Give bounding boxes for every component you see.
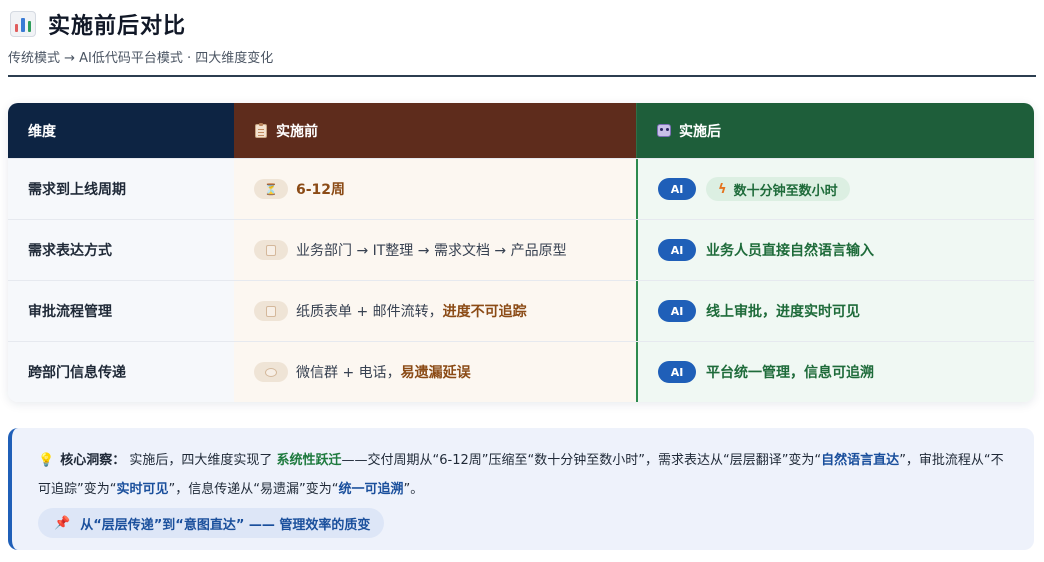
after-text: 数十分钟至数小时 xyxy=(733,183,838,199)
before-text: 业务部门 → IT整理 → 需求文档 → 产品原型 xyxy=(296,243,567,259)
after-cell: AI 平台统一管理，信息可追溯 xyxy=(636,342,1034,402)
lightning-icon: ϟ xyxy=(718,181,727,197)
document-icon xyxy=(254,240,288,260)
table-row: 需求表达方式 业务部门 → IT整理 → 需求文档 → 产品原型 AI 业务人员… xyxy=(8,219,1034,280)
clipboard-icon xyxy=(254,301,288,321)
before-cell: ⏳ 6-12周 xyxy=(234,159,636,219)
column-header-before: 实施前 xyxy=(234,103,636,158)
insight-highlight: 实时可见 xyxy=(116,482,169,497)
column-header-dimension: 维度 xyxy=(8,103,234,158)
column-header-label: 维度 xyxy=(28,123,56,140)
insight-text: ”，信息传递从“易遗漏”变为“ xyxy=(168,482,339,497)
table-row: 审批流程管理 纸质表单 + 邮件流转， 进度不可追踪 AI 线上审批，进度实时可… xyxy=(8,280,1034,341)
before-highlight: 6-12周 xyxy=(296,182,346,198)
column-header-label: 实施后 xyxy=(679,123,721,140)
table-row: 需求到上线周期 ⏳ 6-12周 AI ϟ 数十分钟至数小时 xyxy=(8,158,1034,219)
before-highlight: 进度不可追踪 xyxy=(442,304,527,320)
column-header-label: 实施前 xyxy=(276,123,318,140)
insight-panel: 💡 核心洞察： 实施后，四大维度实现了 系统性跃迁——交付周期从“6-12周”压缩… xyxy=(8,428,1034,550)
before-cell: 业务部门 → IT整理 → 需求文档 → 产品原型 xyxy=(234,220,636,280)
dimension-cell: 需求表达方式 xyxy=(8,220,234,280)
after-cell: AI 业务人员直接自然语言输入 xyxy=(636,220,1034,280)
comparison-table: 维度 实施前 实施后 需求到上线周期 ⏳ 6-12周 AI ϟ 数十分钟至数小时… xyxy=(8,103,1034,402)
before-highlight: 易遗漏延误 xyxy=(400,365,471,381)
ai-badge: AI xyxy=(658,361,696,383)
after-chip: ϟ 数十分钟至数小时 xyxy=(706,177,850,201)
before-cell: 纸质表单 + 邮件流转， 进度不可追踪 xyxy=(234,281,636,341)
after-cell: AI ϟ 数十分钟至数小时 xyxy=(636,159,1034,219)
after-cell: AI 线上审批，进度实时可见 xyxy=(636,281,1034,341)
insight-label: 核心洞察： xyxy=(60,453,126,468)
header-divider xyxy=(8,75,1036,77)
insight-summary-pill: 📌 从“层层传递”到“意图直达” —— 管理效率的质变 xyxy=(38,508,385,538)
page-title: 实施前后对比 xyxy=(48,14,187,39)
table-row: 跨部门信息传递 微信群 + 电话， 易遗漏延误 AI 平台统一管理，信息可追溯 xyxy=(8,341,1034,402)
page-header: 实施前后对比 传统模式 → AI低代码平台模式 · 四大维度变化 xyxy=(8,6,1036,66)
before-text: 纸质表单 + 邮件流转， xyxy=(296,304,443,320)
ai-badge: AI xyxy=(658,300,696,322)
robot-icon xyxy=(657,124,671,138)
after-text: 业务人员直接自然语言输入 xyxy=(706,243,874,259)
after-text: 平台统一管理，信息可追溯 xyxy=(706,365,874,381)
dimension-cell: 需求到上线周期 xyxy=(8,159,234,219)
page-subtitle: 传统模式 → AI低代码平台模式 · 四大维度变化 xyxy=(8,51,274,66)
before-cell: 微信群 + 电话， 易遗漏延误 xyxy=(234,342,636,402)
insight-text: ”。 xyxy=(403,482,424,497)
insight-highlight: 统一可追溯 xyxy=(338,482,404,497)
clipboard-icon xyxy=(254,122,268,138)
ai-badge: AI xyxy=(658,239,696,261)
insight-text: ——交付周期从“6-12周”压缩至“数十分钟至数小时”，需求表达从“层层翻译”变… xyxy=(341,453,822,468)
ai-badge: AI xyxy=(658,178,696,200)
insight-highlight: 自然语言直达 xyxy=(821,453,900,468)
insight-paragraph: 💡 核心洞察： 实施后，四大维度实现了 系统性跃迁——交付周期从“6-12周”压缩… xyxy=(38,446,1014,504)
before-text: 微信群 + 电话， xyxy=(296,365,401,381)
after-text: 线上审批，进度实时可见 xyxy=(706,304,860,320)
pushpin-icon: 📌 xyxy=(54,515,71,531)
dimension-cell: 跨部门信息传递 xyxy=(8,342,234,402)
column-header-after: 实施后 xyxy=(636,103,1034,158)
table-header-row: 维度 实施前 实施后 xyxy=(8,103,1034,158)
hourglass-icon: ⏳ xyxy=(254,179,288,199)
dimension-cell: 审批流程管理 xyxy=(8,281,234,341)
insight-text: 实施后，四大维度实现了 xyxy=(129,453,273,468)
insight-highlight: 系统性跃迁 xyxy=(276,453,342,468)
bar-chart-icon xyxy=(10,11,36,37)
insight-summary-text: 从“层层传递”到“意图直达” —— 管理效率的质变 xyxy=(80,517,371,533)
lightbulb-icon: 💡 xyxy=(38,453,55,468)
chat-bubble-icon xyxy=(254,362,288,382)
